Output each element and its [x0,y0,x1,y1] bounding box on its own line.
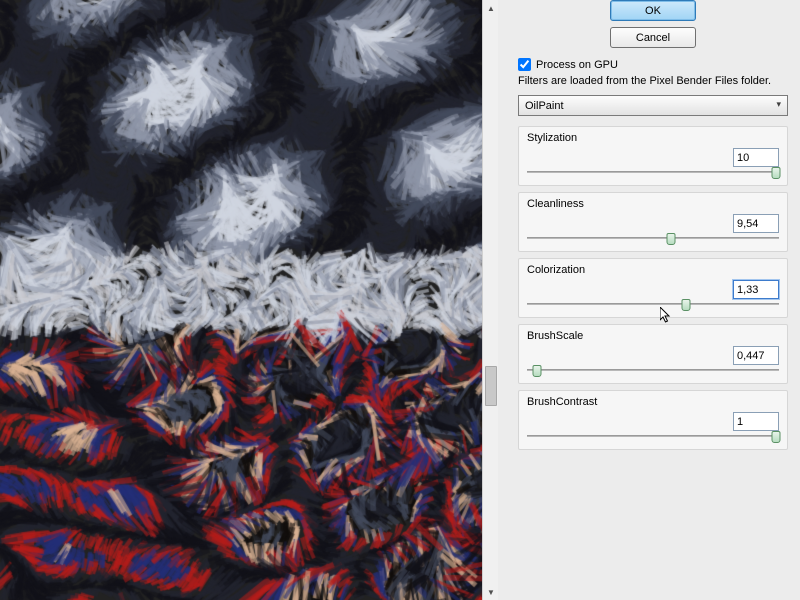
param-stylization: Stylization [518,126,788,186]
stylization-input[interactable] [733,148,779,167]
brushcontrast-slider[interactable] [527,435,779,437]
process-on-gpu-label: Process on GPU [536,59,618,71]
filter-select[interactable]: OilPaint [518,95,788,116]
colorization-input[interactable] [733,280,779,299]
control-panel: OK Cancel Process on GPU Filters are loa… [498,0,800,600]
preview-pane: ▲ ▼ [0,0,498,600]
param-brushcontrast: BrushContrast [518,390,788,450]
scroll-up-arrow-icon[interactable]: ▲ [483,0,499,16]
info-text: Filters are loaded from the Pixel Bender… [518,75,788,87]
param-brushscale: BrushScale [518,324,788,384]
param-label: BrushScale [527,330,779,342]
param-label: BrushContrast [527,396,779,408]
brushscale-input[interactable] [733,346,779,365]
cleanliness-input[interactable] [733,214,779,233]
brushcontrast-input[interactable] [733,412,779,431]
preview-image [0,0,498,600]
scroll-track[interactable] [483,16,498,584]
vertical-scrollbar[interactable]: ▲ ▼ [482,0,498,600]
param-colorization: Colorization [518,258,788,318]
colorization-slider[interactable] [527,303,779,305]
param-cleanliness: Cleanliness [518,192,788,252]
scroll-thumb[interactable] [485,366,497,406]
stylization-slider[interactable] [527,171,779,173]
cleanliness-slider[interactable] [527,237,779,239]
slider-thumb-icon[interactable] [772,167,781,179]
ok-button[interactable]: OK [610,0,696,21]
param-label: Stylization [527,132,779,144]
brushscale-slider[interactable] [527,369,779,371]
param-label: Colorization [527,264,779,276]
slider-thumb-icon[interactable] [666,233,675,245]
process-on-gpu-checkbox[interactable] [518,58,531,71]
param-label: Cleanliness [527,198,779,210]
slider-thumb-icon[interactable] [772,431,781,443]
scroll-down-arrow-icon[interactable]: ▼ [483,584,499,600]
slider-thumb-icon[interactable] [681,299,690,311]
filter-select-value: OilPaint [525,100,564,112]
slider-thumb-icon[interactable] [533,365,542,377]
cancel-button[interactable]: Cancel [610,27,696,48]
